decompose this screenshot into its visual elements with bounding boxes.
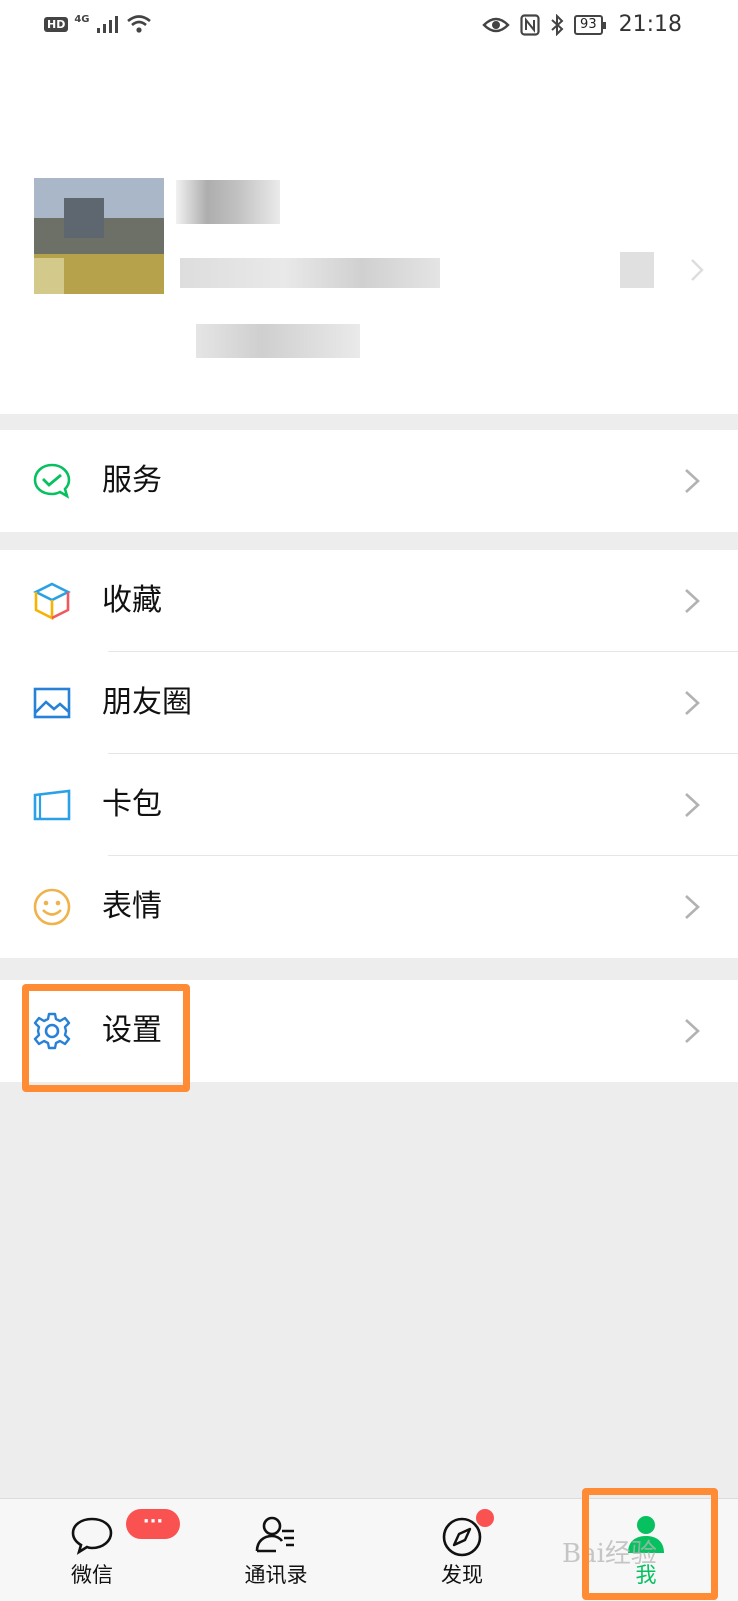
nfc-icon [520, 13, 540, 36]
chat-bubble-icon [71, 1517, 113, 1555]
chevron-right-icon [685, 1019, 700, 1043]
battery-indicator: 93 [574, 14, 606, 35]
clock: 21:18 [618, 12, 682, 37]
wechat-id-blurred [180, 258, 440, 288]
services-icon [33, 463, 71, 499]
profile-header[interactable] [0, 52, 738, 414]
cards-row[interactable]: 卡包 [0, 754, 738, 856]
tab-discover-label: 发现 [441, 1563, 483, 1587]
chevron-right-icon [685, 895, 700, 919]
tab-contacts[interactable]: 通讯录 [206, 1499, 346, 1601]
network-type: 4G [74, 13, 90, 25]
status-blurred [196, 324, 360, 358]
me-tab-highlight [582, 1488, 718, 1600]
stickers-row[interactable]: 表情 [0, 856, 738, 958]
favorites-label: 收藏 [102, 583, 162, 618]
signal-icon [96, 16, 118, 33]
chats-unread-badge: ··· [126, 1509, 180, 1539]
stickers-smiley-icon [33, 888, 71, 926]
bluetooth-icon [551, 13, 564, 36]
nickname-blurred [176, 180, 280, 224]
features-section: 收藏 朋友圈 卡包 表情 [0, 550, 738, 958]
cards-label: 卡包 [102, 787, 162, 822]
status-right: 93 21:18 [482, 12, 682, 37]
services-section: 服务 [0, 430, 738, 532]
tab-discover[interactable]: 发现 [392, 1499, 532, 1601]
cards-wallet-icon [33, 789, 71, 821]
hd-badge: HD [44, 16, 69, 32]
tab-chats-label: 微信 [71, 1563, 113, 1587]
moments-row[interactable]: 朋友圈 [0, 652, 738, 754]
profile-chevron-icon [691, 259, 704, 281]
moments-image-icon [33, 687, 71, 719]
status-left: HD 4G [44, 14, 152, 34]
favorites-cube-icon [33, 582, 71, 621]
services-label: 服务 [102, 463, 162, 498]
wifi-icon [126, 15, 151, 33]
contacts-icon [255, 1516, 294, 1553]
tab-chats[interactable]: ··· 微信 [22, 1499, 180, 1601]
stickers-label: 表情 [102, 889, 162, 924]
status-bar: HD 4G 93 21:18 [0, 0, 738, 52]
services-row[interactable]: 服务 [0, 430, 738, 532]
avatar[interactable] [34, 178, 164, 294]
discover-notification-dot [476, 1509, 494, 1527]
chevron-right-icon [685, 469, 700, 493]
moments-label: 朋友圈 [102, 685, 192, 720]
chevron-right-icon [685, 589, 700, 613]
chevron-right-icon [685, 793, 700, 817]
settings-highlight [22, 984, 190, 1092]
favorites-row[interactable]: 收藏 [0, 550, 738, 652]
tab-contacts-label: 通讯录 [244, 1563, 308, 1587]
chevron-right-icon [685, 691, 700, 715]
qr-code-blurred[interactable] [620, 252, 654, 288]
eye-icon [482, 17, 510, 32]
